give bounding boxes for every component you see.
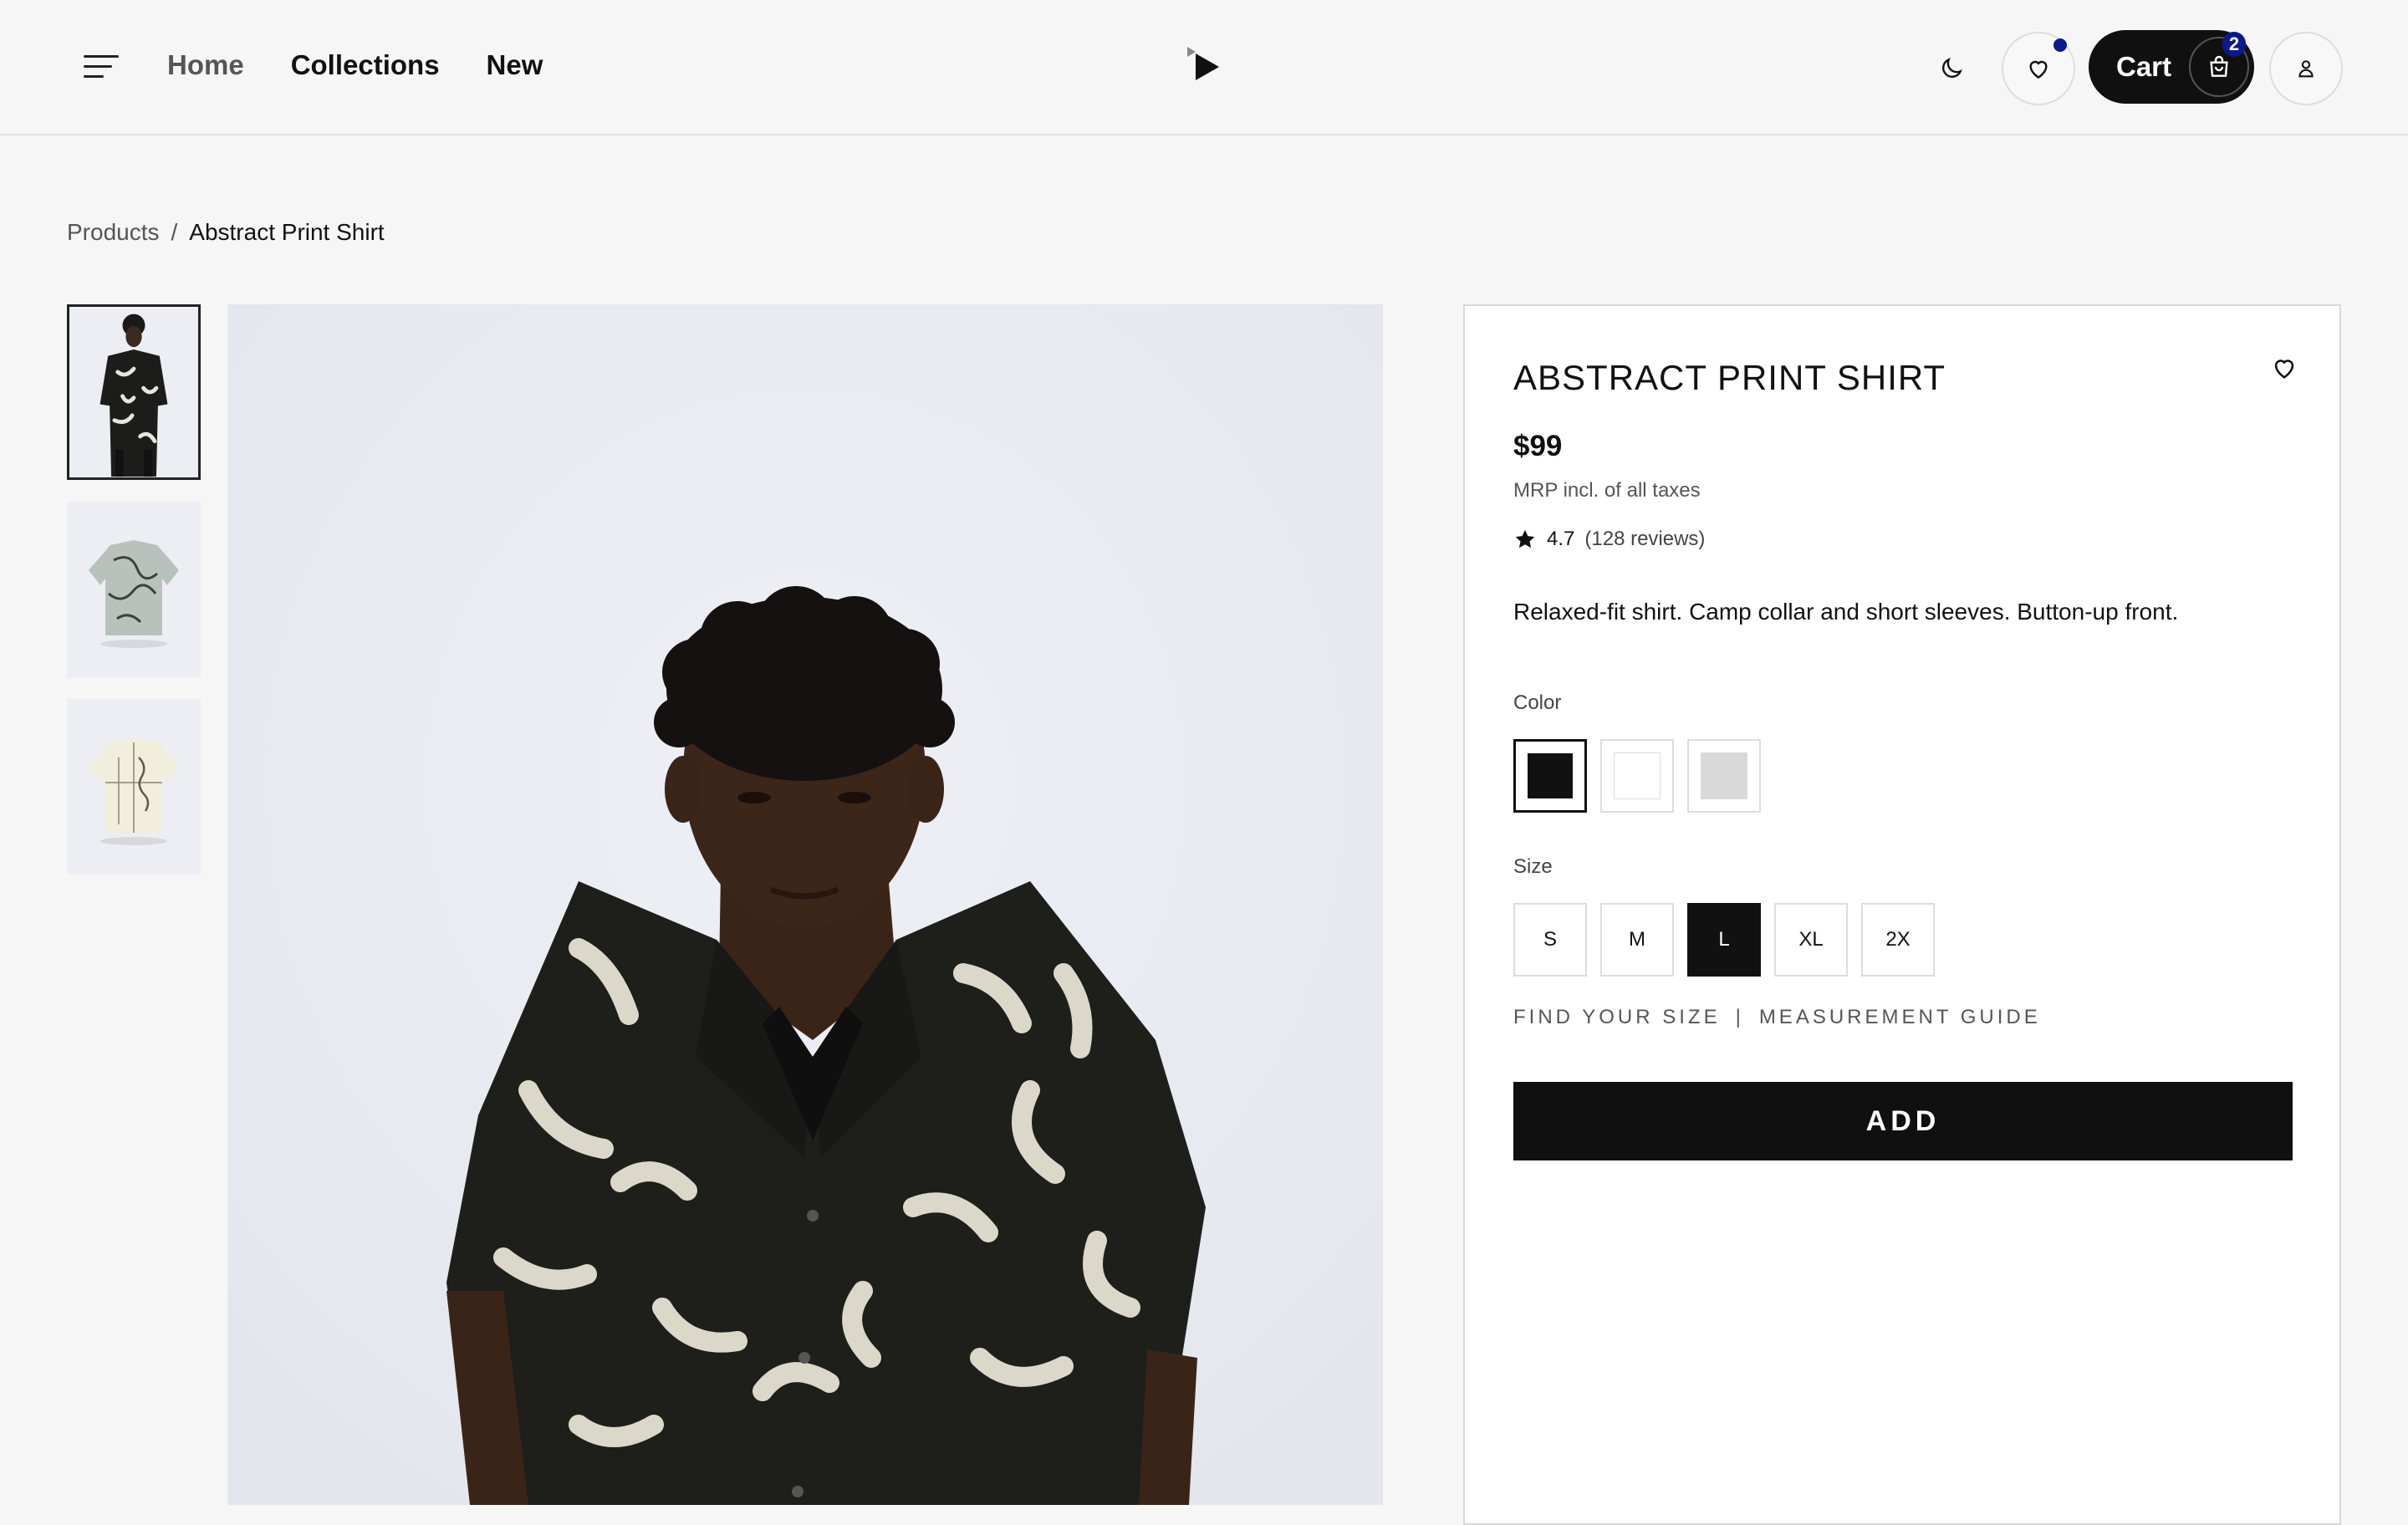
nav-new-link[interactable]: New — [487, 48, 543, 82]
size-label: Size — [1513, 855, 1553, 878]
size-option-m[interactable]: M — [1600, 903, 1674, 977]
dark-mode-moon-icon[interactable] — [1931, 48, 1972, 89]
thumbnail-model-front[interactable] — [67, 304, 201, 480]
nav-collections-link[interactable]: Collections — [291, 48, 440, 82]
wishlist-button[interactable] — [2002, 32, 2075, 105]
product-price: $99 — [1513, 430, 1563, 462]
heart-icon — [2029, 60, 2048, 79]
rating-value: 4.7 — [1547, 528, 1575, 550]
find-your-size-link[interactable]: FIND YOUR SIZE — [1513, 1005, 1721, 1030]
star-icon — [1515, 529, 1535, 548]
add-to-wishlist-heart-icon[interactable] — [2268, 351, 2301, 385]
hamburger-menu-icon[interactable] — [84, 54, 120, 80]
color-label: Color — [1513, 691, 1562, 714]
main-product-image[interactable] — [227, 304, 1383, 1505]
product-title: ABSTRACT PRINT SHIRT — [1513, 358, 1946, 397]
color-swatch-black[interactable] — [1513, 739, 1587, 813]
nav-home-link[interactable]: Home — [167, 48, 244, 82]
wishlist-notification-dot — [2053, 38, 2067, 52]
cream-shirt-photo-thumbnail-icon — [67, 699, 201, 875]
breadcrumb-current: Abstract Print Shirt — [189, 219, 385, 245]
account-button[interactable] — [2269, 32, 2343, 105]
product-rating: 4.7 (128 reviews) — [1513, 527, 1705, 552]
size-option-2x[interactable]: 2X — [1861, 903, 1935, 977]
breadcrumb: Products / Abstract Print Shirt — [67, 217, 385, 247]
thumbnail-shirt-cream[interactable] — [67, 699, 201, 875]
thumbnail-shirt-grey[interactable] — [67, 502, 201, 677]
site-header: Home Collections New Cart 2 — [0, 0, 2408, 135]
breadcrumb-separator: / — [171, 219, 178, 245]
color-swatch-grey[interactable] — [1687, 739, 1761, 813]
size-option-l[interactable]: L — [1687, 903, 1761, 977]
breadcrumb-products-link[interactable]: Products — [67, 217, 160, 247]
size-links-separator: | — [1735, 1006, 1744, 1028]
grey-shirt-photo-thumbnail-icon — [67, 502, 201, 677]
color-swatch-white[interactable] — [1600, 739, 1674, 813]
cart-count-badge: 2 — [2222, 32, 2246, 57]
review-count-link[interactable]: (128 reviews) — [1584, 527, 1705, 552]
size-option-xl[interactable]: XL — [1774, 903, 1848, 977]
add-to-cart-button[interactable]: ADD — [1513, 1082, 2293, 1160]
cart-label: Cart — [2116, 51, 2172, 82]
measurement-guide-link[interactable]: MEASUREMENT GUIDE — [1759, 1005, 2041, 1030]
model-photo-thumbnail-icon — [69, 307, 198, 477]
size-help-links: FIND YOUR SIZE | MEASUREMENT GUIDE — [1513, 1005, 2041, 1030]
user-icon — [2298, 60, 2314, 78]
product-details-panel: ABSTRACT PRINT SHIRT $99 MRP incl. of al… — [1463, 304, 2341, 1525]
main-nav: Home Collections New — [167, 48, 543, 82]
product-description: Relaxed-fit shirt. Camp collar and short… — [1513, 599, 2179, 625]
size-option-s[interactable]: S — [1513, 903, 1587, 977]
model-wearing-shirt-photo-icon — [227, 304, 1383, 1505]
brand-logo-icon[interactable] — [1186, 45, 1222, 85]
tax-note: MRP incl. of all taxes — [1513, 479, 1701, 502]
cart-button[interactable]: Cart 2 — [2089, 30, 2254, 104]
